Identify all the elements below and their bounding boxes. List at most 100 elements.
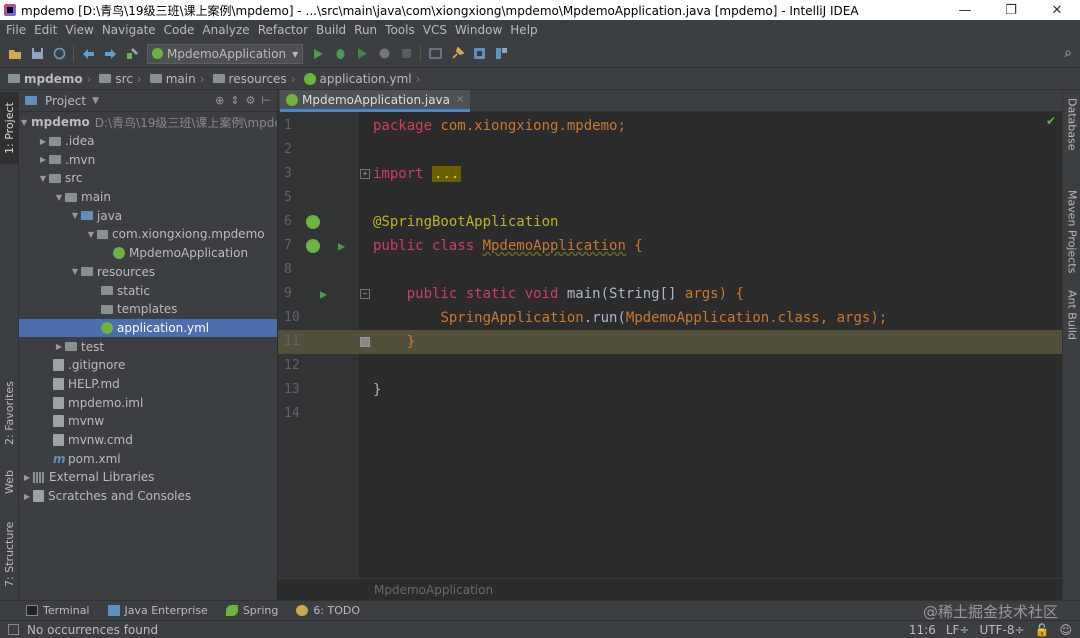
tree-item-gitignore[interactable]: .gitignore xyxy=(19,356,277,375)
nav-crumb-file[interactable]: application.yml › xyxy=(303,72,425,86)
locate-icon[interactable]: ⊕ xyxy=(215,94,224,107)
vcs-icon[interactable] xyxy=(426,45,444,63)
expand-fold-icon[interactable]: + xyxy=(360,169,370,179)
caret-position[interactable]: 11:6 xyxy=(909,623,936,637)
library-icon xyxy=(33,471,45,483)
menu-tools[interactable]: Tools xyxy=(381,23,419,37)
tree-item-idea[interactable]: ▶ .idea xyxy=(19,132,277,151)
tree-item-java[interactable]: ▼ java xyxy=(19,206,277,225)
tree-item-static[interactable]: static xyxy=(19,281,277,300)
menu-vcs[interactable]: VCS xyxy=(419,23,451,37)
tree-item-main[interactable]: ▼ main xyxy=(19,188,277,207)
file-encoding[interactable]: UTF-8÷ xyxy=(979,623,1024,637)
menu-analyze[interactable]: Analyze xyxy=(198,23,253,37)
tool-tab-todo[interactable]: 6: TODO xyxy=(296,604,360,617)
hector-icon[interactable]: ☺ xyxy=(1059,623,1072,637)
open-folder-icon[interactable] xyxy=(6,45,24,63)
collapse-fold-icon[interactable]: − xyxy=(360,289,370,299)
project-structure-icon[interactable] xyxy=(448,45,466,63)
tool-tab-maven[interactable]: Maven Projects xyxy=(1063,190,1080,290)
tree-item-application-yml[interactable]: application.yml xyxy=(19,318,277,338)
menu-edit[interactable]: Edit xyxy=(30,23,61,37)
nav-crumb-resources[interactable]: resources › xyxy=(212,72,300,86)
run-gutter-icon[interactable]: ▶ xyxy=(338,234,345,258)
fold-end-icon[interactable] xyxy=(360,337,370,347)
build-icon[interactable] xyxy=(123,45,141,63)
settings-gear-icon[interactable]: ⚙ xyxy=(246,94,256,107)
sdk-icon[interactable] xyxy=(470,45,488,63)
sync-icon[interactable] xyxy=(50,45,68,63)
code-editor[interactable]: ✔ 1 package com.xiongxiong.mpdemo; 2 3 +… xyxy=(278,112,1062,578)
tree-item-resources[interactable]: ▼ resources xyxy=(19,263,277,282)
run-icon[interactable] xyxy=(309,45,327,63)
coverage-icon[interactable] xyxy=(353,45,371,63)
lock-icon[interactable]: 🔓 xyxy=(1035,623,1050,637)
close-button[interactable]: ✕ xyxy=(1034,3,1080,18)
project-panel: Project ▼ ⊕ ⇕ ⚙ ⊢ ▼ mpdemo D:\青鸟\19级三班\课上案… xyxy=(19,90,278,600)
tree-item-templates[interactable]: templates xyxy=(19,300,277,319)
stop-icon[interactable] xyxy=(397,45,415,63)
tree-item-test[interactable]: ▶ test xyxy=(19,337,277,356)
tree-item-mvnw-cmd[interactable]: mvnw.cmd xyxy=(19,431,277,450)
structure-icon[interactable] xyxy=(492,45,510,63)
run-gutter-icon[interactable]: ▶ xyxy=(320,282,327,306)
run-configuration-dropdown[interactable]: MpdemoApplication ▾ xyxy=(147,43,304,64)
menu-view[interactable]: View xyxy=(61,23,97,37)
tool-tab-structure[interactable]: 7: Structure xyxy=(0,516,19,592)
folder-icon xyxy=(49,155,61,165)
toggle-tool-windows-icon[interactable] xyxy=(8,624,19,635)
tree-item-pom[interactable]: m pom.xml xyxy=(19,449,277,468)
nav-crumb-project[interactable]: mpdemo › xyxy=(8,72,95,86)
menu-refactor[interactable]: Refactor xyxy=(254,23,312,37)
debug-icon[interactable] xyxy=(331,45,349,63)
tool-tab-spring[interactable]: Spring xyxy=(225,604,278,617)
title-bar: mpdemo [D:\青鸟\19级三班\课上案例\mpdemo] - ...\s… xyxy=(0,0,1080,20)
code-line: 2 xyxy=(284,142,292,157)
tool-tab-terminal[interactable]: Terminal xyxy=(26,604,90,617)
menu-window[interactable]: Window xyxy=(451,23,506,37)
tree-item-mvnw[interactable]: mvnw xyxy=(19,412,277,431)
tool-tab-java-enterprise[interactable]: Java Enterprise xyxy=(107,604,208,617)
menu-build[interactable]: Build xyxy=(312,23,350,37)
tree-item-mpdemo[interactable]: ▼mpdemoD:\青鸟\19级三班\课上案例\mpdemo xyxy=(19,113,277,132)
editor-breadcrumb[interactable]: MpdemoApplication xyxy=(278,578,1062,600)
tree-item-iml[interactable]: mpdemo.iml xyxy=(19,393,277,412)
nav-crumb-src[interactable]: src › xyxy=(99,72,145,86)
folded-imports[interactable]: ... xyxy=(432,166,462,182)
search-everywhere-icon[interactable]: ⌕ xyxy=(1064,45,1072,61)
tree-item-mvn[interactable]: ▶ .mvn xyxy=(19,150,277,169)
forward-icon[interactable] xyxy=(101,45,119,63)
close-tab-icon[interactable]: × xyxy=(456,94,464,105)
editor-tab-mpdemo-application[interactable]: MpdemoApplication.java × xyxy=(280,90,471,112)
project-panel-title[interactable]: Project xyxy=(45,94,86,108)
tool-tab-project[interactable]: 1: Project xyxy=(0,92,19,164)
restore-button[interactable]: ❐ xyxy=(988,3,1034,18)
menu-navigate[interactable]: Navigate xyxy=(98,23,160,37)
line-separator[interactable]: LF÷ xyxy=(946,623,970,637)
tool-tab-web[interactable]: Web xyxy=(0,462,19,502)
hide-panel-icon[interactable]: ⊢ xyxy=(261,94,271,107)
spring-bean-gutter-icon[interactable] xyxy=(306,239,320,253)
tree-item-package[interactable]: ▼ com.xiongxiong.mpdemo xyxy=(19,225,277,244)
menu-help[interactable]: Help xyxy=(506,23,541,37)
tree-item-external-libraries[interactable]: ▶ External Libraries xyxy=(19,468,277,487)
tree-item-src[interactable]: ▼ src xyxy=(19,169,277,188)
menu-run[interactable]: Run xyxy=(350,23,381,37)
spring-bean-gutter-icon[interactable] xyxy=(306,215,320,229)
collapse-all-icon[interactable]: ⇕ xyxy=(230,94,239,107)
back-icon[interactable] xyxy=(79,45,97,63)
tree-item-scratches[interactable]: ▶ Scratches and Consoles xyxy=(19,487,277,506)
nav-crumb-main[interactable]: main › xyxy=(149,72,209,86)
tool-tab-favorites[interactable]: 2: Favorites xyxy=(0,376,19,450)
tool-tab-ant[interactable]: Ant Build xyxy=(1063,290,1080,356)
tool-tab-database[interactable]: Database xyxy=(1063,98,1080,164)
tree-item-help-md[interactable]: HELP.md xyxy=(19,375,277,394)
folder-icon xyxy=(49,173,61,183)
minimize-button[interactable]: — xyxy=(942,3,988,18)
menu-code[interactable]: Code xyxy=(160,23,199,37)
profile-icon[interactable] xyxy=(375,45,393,63)
tree-item-mpdemo-application[interactable]: MpdemoApplication xyxy=(19,244,277,263)
menu-file[interactable]: File xyxy=(2,23,30,37)
save-icon[interactable] xyxy=(28,45,46,63)
chevron-down-icon[interactable]: ▼ xyxy=(92,96,99,106)
